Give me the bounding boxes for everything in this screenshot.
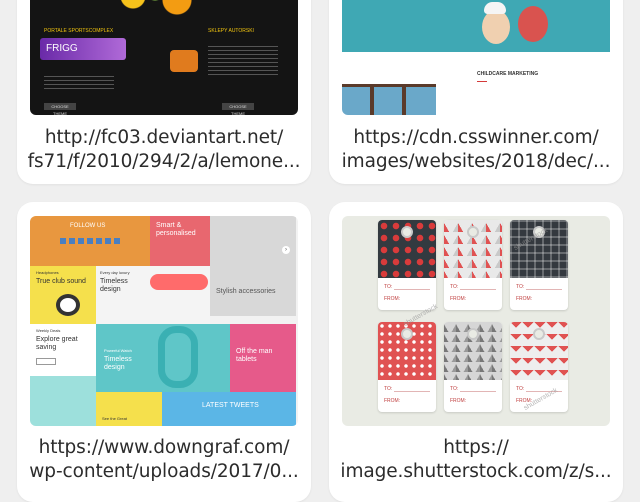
caption-line: fs71/f/2010/294/2/a/lemone...	[27, 151, 301, 172]
off-the-man-label: Off the man tablets	[236, 348, 273, 363]
gift-tag-grey-triangles: TO: FROM:	[444, 322, 502, 412]
next-arrow-icon[interactable]: ›	[282, 246, 290, 254]
shop-now-button[interactable]	[36, 358, 56, 365]
section-label: CHILDCARE MARKETING	[477, 71, 539, 77]
result-card-3[interactable]: FOLLOW US Smart & personalised › Headpho…	[17, 202, 311, 502]
thumbnail-image-2[interactable]: CHILDCARE MARKETING	[342, 0, 610, 115]
result-caption-3[interactable]: https://www.downgraf.com/ wp-content/upl…	[17, 436, 311, 484]
caption-line: https://	[443, 437, 509, 458]
body-text-2	[208, 46, 278, 76]
product-slogan: SKLEPY AUTORSKI	[208, 28, 254, 34]
caption-line: https://www.downgraf.com/	[38, 437, 290, 458]
timeless-label: Timeless design	[100, 278, 128, 293]
result-card-1[interactable]: PORTALE SPORTSCOMPLEX SKLEPY AUTORSKI FR…	[17, 0, 311, 184]
caption-line: image.shutterstock.com/z/s...	[340, 461, 612, 482]
choose-theme-button-right: CHOOSE THEME	[222, 103, 254, 115]
tile-camera2	[30, 376, 96, 426]
accent-underline	[477, 81, 487, 82]
tile-product-hero	[210, 216, 296, 316]
thumbnail-image-3[interactable]: FOLLOW US Smart & personalised › Headpho…	[30, 216, 298, 426]
true-sound-label: True club sound	[36, 278, 86, 285]
kid-hair	[484, 2, 506, 14]
caption-line: http://fc03.deviantart.net/	[44, 127, 284, 148]
accessories-label: Stylish accessories	[216, 288, 276, 295]
see-great-label: See the Great	[102, 416, 127, 421]
product-heading: PORTALE SPORTSCOMPLEX	[44, 28, 114, 34]
camera-graphic	[56, 294, 80, 316]
smart-label: Smart & personalised	[156, 222, 196, 237]
window-illustration	[342, 84, 436, 115]
everyday-label: Every day luxury	[100, 270, 130, 275]
result-caption-2[interactable]: https://cdn.csswinner.com/ images/websit…	[329, 126, 623, 174]
result-card-4[interactable]: TO: FROM: TO: FROM: TO: FROM: TO: FROM:	[329, 202, 623, 502]
fruit-splash-graphic	[100, 0, 210, 20]
kid-illustration-right	[518, 6, 548, 42]
purple-drink-graphic	[170, 50, 198, 72]
body-text	[44, 76, 114, 90]
thumbnail-image-4[interactable]: TO: FROM: TO: FROM: TO: FROM: TO: FROM:	[342, 216, 610, 426]
weekly-deals-label: Weekly Deals	[36, 328, 61, 333]
caption-line: wp-content/uploads/2017/0...	[29, 461, 299, 482]
thumbnail-image-1[interactable]: PORTALE SPORTSCOMPLEX SKLEPY AUTORSKI FR…	[30, 0, 298, 115]
explore-label: Explore great saving	[36, 336, 78, 351]
frigg-logo: FRIGG	[40, 38, 126, 60]
caption-line: images/websites/2018/dec/...	[341, 151, 611, 172]
timeless2-label: Timeless design	[104, 356, 132, 371]
watch-band-graphic	[150, 274, 208, 290]
social-icons	[60, 238, 120, 244]
power-watch-label: Powerful Watch	[104, 348, 132, 353]
result-caption-4[interactable]: https:// image.shutterstock.com/z/s...	[329, 436, 623, 484]
choose-theme-button-left: CHOOSE THEME	[44, 103, 76, 115]
latest-tweets-label: LATEST TWEETS	[202, 402, 259, 409]
result-caption-1[interactable]: http://fc03.deviantart.net/ fs71/f/2010/…	[17, 126, 311, 174]
gift-tag-snowflake: TO: FROM:	[378, 322, 436, 412]
gift-tag-triangles: TO: FROM:	[444, 220, 502, 310]
kid-illustration-left	[482, 10, 510, 44]
headphones-label: Headphones	[36, 270, 59, 275]
caption-line: https://cdn.csswinner.com/	[353, 127, 599, 148]
follow-us-label: FOLLOW US	[70, 223, 106, 229]
result-card-2[interactable]: CHILDCARE MARKETING https://cdn.csswinne…	[329, 0, 623, 184]
gift-tag-polka: TO: FROM:	[378, 220, 436, 310]
teal-watch-graphic	[158, 326, 198, 388]
teal-hero-band	[342, 0, 610, 52]
